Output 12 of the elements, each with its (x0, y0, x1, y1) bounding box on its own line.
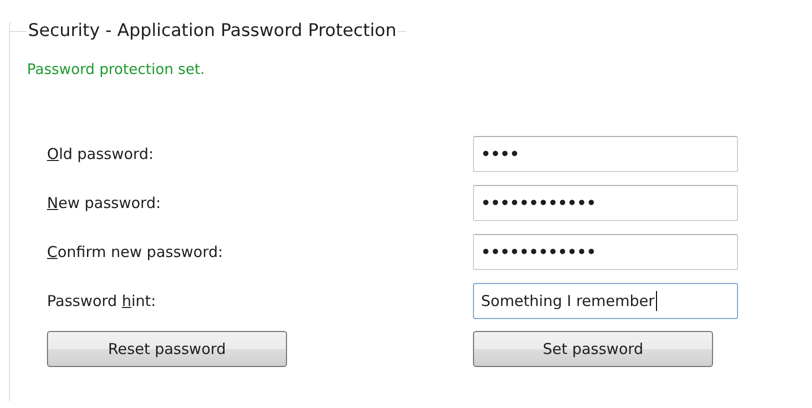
field-label: Password hint: (47, 292, 157, 310)
input-field[interactable]: •••••••••••• (473, 185, 738, 221)
field-label: Confirm new password: (47, 243, 224, 261)
group-title: Security - Application Password Protection (27, 21, 398, 41)
input-field[interactable]: Something I remember (473, 283, 738, 319)
input-field[interactable]: •••••••••••• (473, 234, 738, 270)
set-password-button[interactable]: Set password (473, 331, 713, 367)
reset-password-button[interactable]: Reset password (47, 331, 287, 367)
field-label: Old password: (47, 145, 155, 163)
status-message: Password protection set. (27, 62, 205, 78)
input-field[interactable]: •••• (473, 136, 738, 172)
field-label: New password: (47, 194, 162, 212)
